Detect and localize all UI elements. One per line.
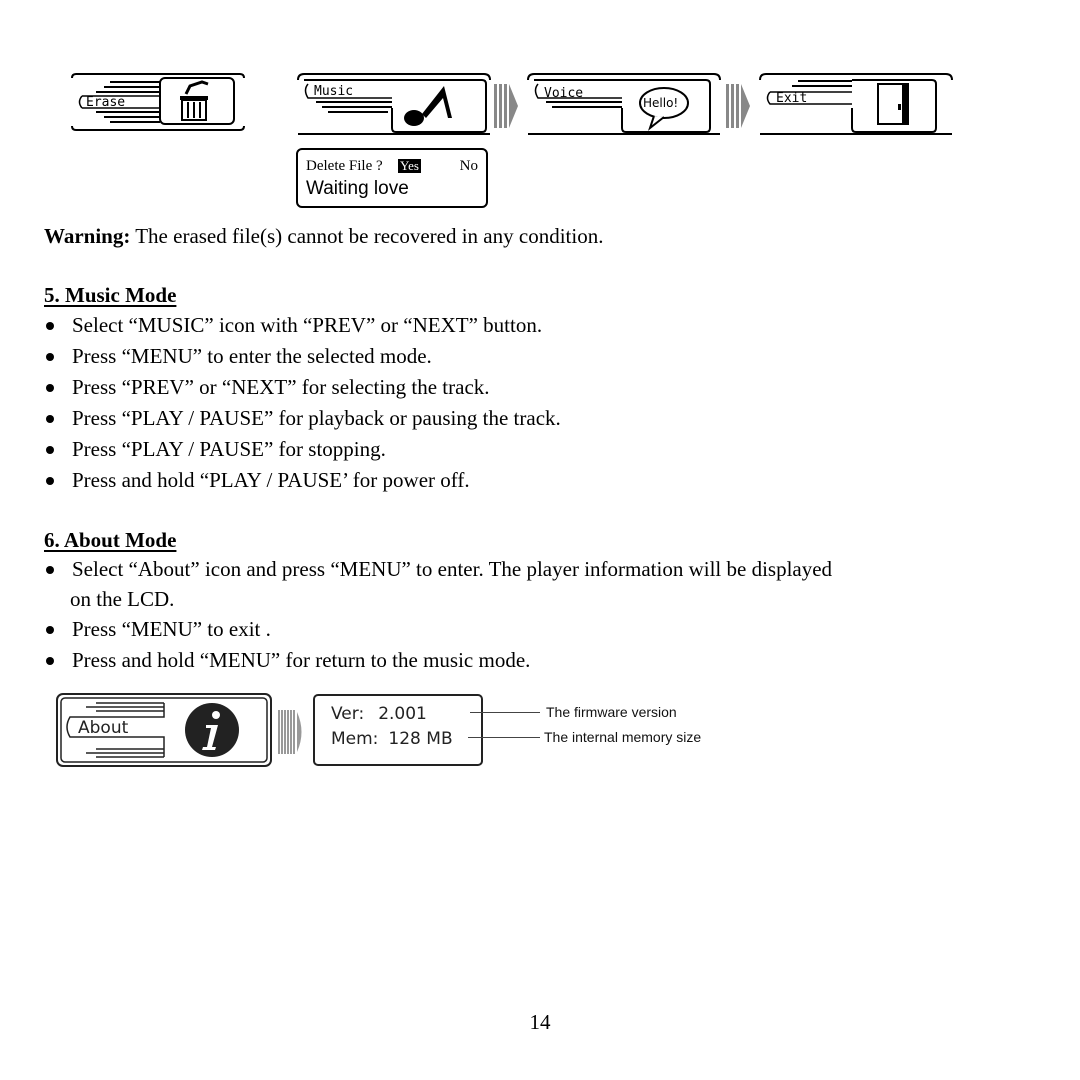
no-option: No	[459, 158, 478, 174]
erase-menu-icon: Erase	[68, 72, 248, 132]
list-item-text: Press “PLAY / PAUSE” for stopping.	[72, 437, 386, 461]
list-item-text: Select “About” icon and press “MENU” to …	[72, 557, 833, 581]
speech-bubble-text: Hello!	[643, 96, 679, 110]
list-item-text: Press “PREV” or “NEXT” for selecting the…	[72, 375, 490, 399]
list-item: Press “MENU” to enter the selected mode.	[44, 344, 432, 368]
bullet-icon	[44, 344, 72, 368]
music-label: Music	[314, 84, 354, 99]
exit-label: Exit	[776, 91, 808, 106]
about-menu-icon: About	[56, 693, 272, 767]
bullet-icon	[44, 437, 72, 461]
memory-label: Mem:	[331, 729, 379, 749]
bullet-icon	[44, 406, 72, 430]
list-item-continuation: on the LCD.	[70, 587, 175, 611]
list-item-text: Press and hold “MENU” for return to the …	[72, 648, 531, 672]
bullet-icon	[44, 617, 72, 641]
bullet-icon	[44, 468, 72, 492]
list-item-text: Press and hold “PLAY / PAUSE’ for power …	[72, 468, 470, 492]
bullet-icon	[44, 375, 72, 399]
warning-paragraph: Warning: The erased file(s) cannot be re…	[44, 224, 603, 248]
callout-line	[468, 737, 540, 738]
list-item-text: Press “PLAY / PAUSE” for playback or pau…	[72, 406, 561, 430]
page-number: 14	[529, 1010, 551, 1034]
door-icon	[877, 83, 909, 125]
arrow-right-icon	[278, 710, 302, 754]
list-item: Press and hold “MENU” for return to the …	[44, 648, 530, 672]
list-item-text: Select “MUSIC” icon with “PREV” or “NEXT…	[72, 313, 543, 337]
list-item: Press “MENU” to exit .	[44, 617, 271, 641]
list-item: Press and hold “PLAY / PAUSE’ for power …	[44, 468, 470, 492]
memory-value: 128 MB	[388, 729, 453, 749]
voice-menu-icon: Voice Hello!	[526, 72, 722, 138]
list-item-text: Press “MENU” to enter the selected mode.	[72, 344, 432, 368]
delete-file-dialog: Delete File ? Yes No Waiting love	[296, 148, 488, 208]
version-value: 2.001	[378, 704, 427, 724]
memory-size-callout: The internal memory size	[544, 729, 702, 745]
arrow-right-icon	[494, 84, 518, 128]
about-info-screen: Ver: 2.001 Mem: 128 MB	[313, 694, 483, 766]
list-item: Press “PREV” or “NEXT” for selecting the…	[44, 375, 490, 399]
yes-option: Yes	[398, 158, 421, 173]
info-icon	[185, 703, 239, 757]
version-label: Ver:	[331, 704, 365, 724]
callout-line	[470, 712, 540, 713]
arrow-right-icon	[726, 84, 750, 128]
erase-label: Erase	[86, 95, 126, 110]
list-item: Select “About” icon and press “MENU” to …	[44, 557, 832, 581]
memory-size-row: Mem: 128 MB	[331, 729, 453, 749]
bullet-icon	[44, 557, 72, 581]
firmware-version-callout: The firmware version	[546, 704, 677, 720]
track-name: Waiting love	[306, 178, 409, 199]
bullet-icon	[44, 313, 72, 337]
list-item: Press “PLAY / PAUSE” for stopping.	[44, 437, 386, 461]
list-item-text: Press “MENU” to exit .	[72, 617, 271, 641]
exit-menu-icon: Exit	[758, 72, 954, 138]
list-item: Select “MUSIC” icon with “PREV” or “NEXT…	[44, 313, 542, 337]
firmware-version-row: Ver: 2.001	[331, 704, 427, 724]
list-item: Press “PLAY / PAUSE” for playback or pau…	[44, 406, 561, 430]
voice-label: Voice	[544, 86, 584, 101]
music-menu-icon: Music	[296, 72, 492, 138]
about-mode-heading: 6. About Mode	[44, 528, 177, 552]
warning-label: Warning:	[44, 224, 131, 248]
music-note-icon	[404, 86, 452, 126]
delete-file-question: Delete File ?	[306, 158, 383, 174]
bullet-icon	[44, 648, 72, 672]
music-mode-heading: 5. Music Mode	[44, 283, 177, 307]
about-label: About	[78, 718, 129, 738]
warning-text: The erased file(s) cannot be recovered i…	[130, 224, 604, 248]
